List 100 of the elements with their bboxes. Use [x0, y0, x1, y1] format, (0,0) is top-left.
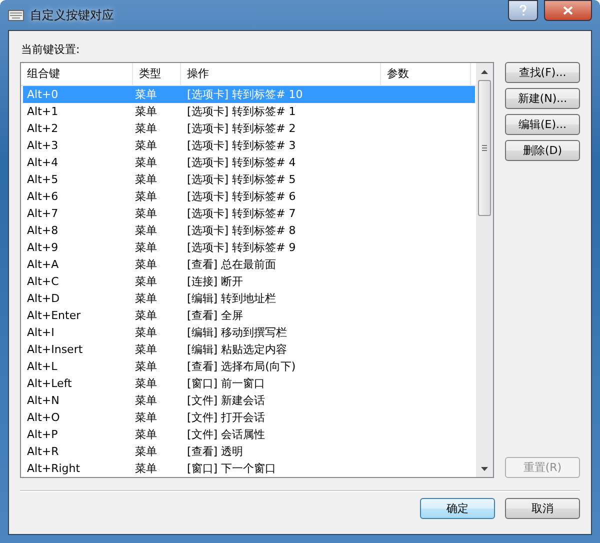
table-cell-text: [选项卡] 转到标签# 8 [186, 223, 297, 239]
table-cell-text: [窗口] 前一窗口 [186, 376, 266, 392]
table-cell-text: [窗口] 下一个窗口 [186, 461, 278, 477]
table-cell-text: 菜单 [135, 461, 158, 477]
table-cell-text: 菜单 [135, 427, 158, 443]
side-button[interactable]: 查找(F)... [505, 62, 580, 83]
table-cell-text: 菜单 [135, 257, 158, 273]
list-row[interactable]: Alt+Right 菜单 [窗口] 下一个窗口 [23, 460, 475, 477]
table-cell-text: Alt+4 [26, 155, 60, 171]
scroll-thumb[interactable] [478, 80, 491, 216]
table-cell-text: Alt+A [26, 257, 60, 273]
table-cell-text: 菜单 [135, 189, 158, 205]
table-cell-text: Alt+3 [26, 138, 60, 154]
table-cell-text: [选项卡] 转到标签# 9 [186, 240, 297, 256]
table-cell-text: 菜单 [135, 240, 158, 256]
table-cell-text: [文件] 会话属性 [186, 427, 266, 443]
list-row[interactable]: Alt+9 菜单 [选项卡] 转到标签# 9 [23, 239, 475, 256]
close-button[interactable] [544, 0, 592, 21]
table-cell-text: 菜单 [135, 274, 158, 290]
table-cell-text: 菜单 [135, 155, 158, 171]
table-cell-text: [选项卡] 转到标签# 10 [186, 87, 304, 103]
list-row[interactable]: Alt+C 菜单 [连接] 断开 [23, 273, 475, 290]
list-row[interactable]: Alt+Enter 菜单 [查看] 全屏 [23, 307, 475, 324]
table-cell-text: 菜单 [135, 342, 158, 358]
table-cell-text: [选项卡] 转到标签# 7 [186, 206, 297, 222]
table-cell-text: [选项卡] 转到标签# 5 [186, 172, 297, 188]
list-row[interactable]: Alt+3 菜单 [选项卡] 转到标签# 3 [23, 137, 475, 154]
table-cell-text: 菜单 [135, 393, 158, 409]
table-cell-text: Alt+N [26, 393, 60, 409]
table-cell-text: [选项卡] 转到标签# 1 [186, 104, 297, 120]
side-button[interactable]: 新建(N)... [505, 88, 580, 109]
table-cell-text: Alt+Left [26, 376, 73, 392]
list-row[interactable]: Alt+7 菜单 [选项卡] 转到标签# 7 [23, 205, 475, 222]
table-cell-text: Alt+O [26, 410, 61, 426]
table-cell-text: [查看] 透明 [186, 444, 244, 460]
table-cell-text: Alt+Enter [26, 308, 82, 324]
list-row[interactable]: Alt+4 菜单 [选项卡] 转到标签# 4 [23, 154, 475, 171]
list-row[interactable]: Alt+N 菜单 [文件] 新建会话 [23, 392, 475, 409]
table-cell-text: [编辑] 粘贴选定内容 [186, 342, 288, 358]
table-cell-text: 菜单 [135, 291, 158, 307]
list-row[interactable]: Alt+A 菜单 [查看] 总在最前面 [23, 256, 475, 273]
column-header[interactable]: 操作 [181, 63, 381, 85]
table-cell-text: Alt+2 [26, 121, 60, 137]
help-icon [519, 5, 527, 16]
table-cell-text: [选项卡] 转到标签# 6 [186, 189, 297, 205]
list-row[interactable]: Alt+R 菜单 [查看] 透明 [23, 443, 475, 460]
table-cell-text: Alt+0 [26, 87, 60, 103]
table-cell-text: [编辑] 移动到撰写栏 [186, 325, 288, 341]
side-button[interactable]: 编辑(E)... [505, 114, 580, 135]
table-cell-text: 菜单 [135, 206, 158, 222]
table-cell-text: Alt+7 [26, 206, 60, 222]
column-header[interactable]: 参数 [381, 63, 471, 85]
table-cell-text: 菜单 [135, 223, 158, 239]
table-cell-text: Alt+6 [26, 189, 60, 205]
table-cell-text: Alt+L [26, 359, 58, 375]
table-cell-text: [选项卡] 转到标签# 3 [186, 138, 297, 154]
table-cell-text: 菜单 [135, 104, 158, 120]
table-cell-text: Alt+I [26, 325, 56, 341]
table-cell-text: Alt+C [26, 274, 60, 290]
list-row[interactable]: Alt+2 菜单 [选项卡] 转到标签# 2 [23, 120, 475, 137]
list-row[interactable]: Alt+1 菜单 [选项卡] 转到标签# 1 [23, 103, 475, 120]
table-cell-text: [文件] 打开会话 [186, 410, 266, 426]
list-label: 当前键设置: [21, 42, 81, 57]
table-cell-text: Alt+Insert [26, 342, 84, 358]
column-header[interactable]: 组合键 [21, 63, 133, 85]
help-button[interactable] [508, 0, 538, 21]
table-cell-text: 菜单 [135, 444, 158, 460]
list-row[interactable]: Alt+D 菜单 [编辑] 转到地址栏 [23, 290, 475, 307]
table-cell-text: Alt+8 [26, 223, 60, 239]
column-header[interactable]: 类型 [133, 63, 181, 85]
table-cell-text: Alt+9 [26, 240, 60, 256]
table-cell-text: 菜单 [135, 121, 158, 137]
table-cell-text: [连接] 断开 [186, 274, 244, 290]
table-cell-text: Alt+Right [26, 461, 82, 477]
list-row[interactable]: Alt+8 菜单 [选项卡] 转到标签# 8 [23, 222, 475, 239]
table-cell-text: [选项卡] 转到标签# 2 [186, 121, 297, 137]
list-row[interactable]: Alt+L 菜单 [查看] 选择布局(向下) [23, 358, 475, 375]
keyboard-icon [8, 10, 24, 20]
dialog-button[interactable]: 确定 [420, 498, 495, 519]
scrollbar[interactable] [476, 63, 493, 477]
list-row[interactable]: Alt+O 菜单 [文件] 打开会话 [23, 409, 475, 426]
table-cell-text: [查看] 全屏 [186, 308, 244, 324]
table-cell-text: [选项卡] 转到标签# 4 [186, 155, 297, 171]
table-cell-text: [查看] 总在最前面 [186, 257, 278, 273]
list-row[interactable]: Alt+Insert 菜单 [编辑] 粘贴选定内容 [23, 341, 475, 358]
table-cell-text: 菜单 [135, 138, 158, 154]
table-cell-text: Alt+R [26, 444, 60, 460]
list-row[interactable]: Alt+6 菜单 [选项卡] 转到标签# 6 [23, 188, 475, 205]
list-row[interactable]: Alt+I 菜单 [编辑] 移动到撰写栏 [23, 324, 475, 341]
dialog-button[interactable]: 取消 [505, 498, 580, 519]
table-cell-text: [查看] 选择布局(向下) [186, 359, 297, 375]
table-cell-text: 菜单 [135, 172, 158, 188]
list-row[interactable]: Alt+Left 菜单 [窗口] 前一窗口 [23, 375, 475, 392]
shortcut-list[interactable] [20, 62, 494, 478]
table-cell-text: 菜单 [135, 410, 158, 426]
table-cell-text: Alt+1 [26, 104, 60, 120]
list-row[interactable]: Alt+P 菜单 [文件] 会话属性 [23, 426, 475, 443]
table-cell-text: 菜单 [135, 87, 158, 103]
list-row[interactable]: Alt+5 菜单 [选项卡] 转到标签# 5 [23, 171, 475, 188]
side-button[interactable]: 删除(D) [505, 140, 580, 161]
